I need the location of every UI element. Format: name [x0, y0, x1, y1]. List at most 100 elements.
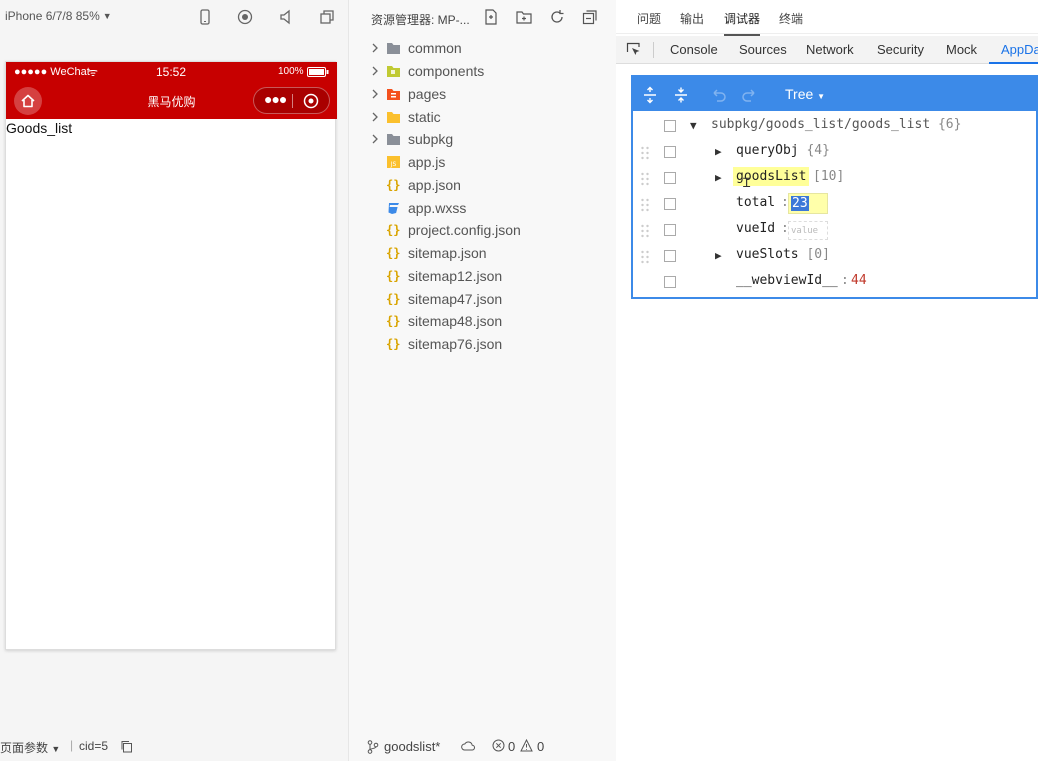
- collapse-all-icon[interactable]: [672, 86, 690, 104]
- chevron-right-icon: [369, 111, 381, 123]
- inspect-element-icon[interactable]: [626, 42, 641, 57]
- tree-item-app-js[interactable]: JS app.js: [349, 151, 617, 173]
- row-checkbox[interactable]: [664, 146, 676, 158]
- field-key: queryObj: [736, 143, 799, 158]
- drag-handle-icon[interactable]: [640, 250, 650, 264]
- collapsed-triangle-icon[interactable]: ▶: [715, 171, 722, 184]
- tab-appdata[interactable]: AppDa: [1001, 42, 1038, 57]
- row-checkbox[interactable]: [664, 224, 676, 236]
- tab-problems[interactable]: 问题: [637, 10, 661, 27]
- tab-security[interactable]: Security: [877, 42, 924, 57]
- tree-item-label: sitemap48.json: [408, 313, 503, 329]
- undo-icon[interactable]: [710, 86, 728, 104]
- page-query: cid=5: [79, 739, 109, 753]
- wifi-icon: ᯤ: [88, 67, 99, 79]
- js-file-icon: JS: [386, 155, 401, 169]
- tree-row[interactable]: ▶ vueSlots [0]: [633, 243, 1038, 269]
- collapsed-triangle-icon[interactable]: ▶: [715, 145, 722, 158]
- tab-output[interactable]: 输出: [680, 10, 704, 27]
- tree-row[interactable]: __webviewId__ : 44: [633, 269, 1038, 295]
- json-file-icon: {}: [386, 246, 401, 260]
- tree-item-label: pages: [408, 86, 447, 102]
- caret-down-icon: ▼: [817, 92, 826, 101]
- field-key: total: [736, 195, 776, 210]
- device-select[interactable]: iPhone 6/7/8 85% ▼: [5, 9, 112, 23]
- tab-terminal[interactable]: 终端: [779, 10, 803, 27]
- tree-item-app-wxss[interactable]: app.wxss: [349, 197, 617, 219]
- tree-item-project-config[interactable]: {} project.config.json: [349, 219, 617, 241]
- error-count[interactable]: 0: [508, 739, 515, 754]
- drag-handle-icon[interactable]: [640, 146, 650, 160]
- row-checkbox[interactable]: [664, 172, 676, 184]
- tree-row[interactable]: vueId : value: [633, 217, 1038, 243]
- new-file-icon[interactable]: [482, 8, 500, 26]
- capsule-divider: [292, 94, 293, 108]
- tree-row[interactable]: ▶ goodsList [10] Ɪ: [633, 165, 1038, 191]
- tab-console[interactable]: Console: [670, 42, 718, 57]
- field-row: vueSlots [0]: [736, 247, 830, 262]
- tree-item-app-json[interactable]: {} app.json: [349, 174, 617, 196]
- caret-down-icon: ▼: [102, 11, 112, 21]
- tree-item-sitemap12[interactable]: {} sitemap12.json: [349, 265, 617, 287]
- tree-item-static[interactable]: static: [349, 106, 617, 128]
- git-branch-label[interactable]: goodslist*: [384, 739, 440, 754]
- collapsed-triangle-icon[interactable]: ▶: [715, 249, 722, 262]
- explorer-title: 资源管理器: MP-...: [371, 13, 470, 27]
- row-checkbox[interactable]: [664, 198, 676, 210]
- goods-list-text: Goods_list: [6, 120, 73, 136]
- tree-row[interactable]: total : 23: [633, 191, 1038, 217]
- tree-row[interactable]: ▶ queryObj {4}: [633, 139, 1038, 165]
- redo-icon[interactable]: [740, 86, 758, 104]
- value-input-vueid[interactable]: value: [788, 221, 828, 240]
- tree-item-label: sitemap47.json: [408, 291, 503, 307]
- pages-folder-icon: [386, 87, 401, 101]
- tab-mock[interactable]: Mock: [946, 42, 977, 57]
- tree-item-label: sitemap12.json: [408, 268, 503, 284]
- new-folder-icon[interactable]: [515, 8, 533, 26]
- tree-item-sitemap76[interactable]: {} sitemap76.json: [349, 333, 617, 355]
- field-value[interactable]: 44: [851, 273, 867, 288]
- warning-count[interactable]: 0: [537, 739, 544, 754]
- drag-handle-icon[interactable]: [640, 198, 650, 212]
- simulator-toolbar: iPhone 6/7/8 85% ▼: [0, 0, 348, 34]
- tree-item-sitemap47[interactable]: {} sitemap47.json: [349, 288, 617, 310]
- tree-root-row[interactable]: ▼ subpkg/goods_list/goods_list {6}: [633, 113, 1038, 139]
- value-editor-total[interactable]: 23: [788, 193, 828, 214]
- root-path-label: subpkg/goods_list/goods_list: [711, 117, 931, 132]
- warning-icon: [520, 739, 533, 752]
- cloud-sync-icon[interactable]: [461, 740, 475, 752]
- tab-sources[interactable]: Sources: [739, 42, 787, 57]
- row-checkbox[interactable]: [664, 120, 676, 132]
- phone-icon[interactable]: [196, 8, 214, 26]
- page-params-button[interactable]: 页面参数 ▼: [0, 739, 60, 756]
- volume-icon[interactable]: [277, 8, 295, 26]
- caret-down-icon: ▼: [51, 744, 61, 754]
- tree-item-common[interactable]: common: [349, 37, 617, 59]
- json-file-icon: {}: [386, 269, 401, 283]
- tree-item-sitemap48[interactable]: {} sitemap48.json: [349, 310, 617, 332]
- view-mode-select[interactable]: Tree ▼: [785, 86, 825, 102]
- simulator-panel: iPhone 6/7/8 85% ▼ ●●●●● WeChat ᯤ 15:52 …: [0, 0, 348, 761]
- tree-item-components[interactable]: components: [349, 60, 617, 82]
- row-checkbox[interactable]: [664, 250, 676, 262]
- record-icon[interactable]: [236, 8, 254, 26]
- expand-all-icon[interactable]: [641, 86, 659, 104]
- tree-item-pages[interactable]: pages: [349, 83, 617, 105]
- drag-handle-icon[interactable]: [640, 224, 650, 238]
- battery-label: 100%: [278, 66, 304, 77]
- more-icon[interactable]: ●●●: [264, 91, 287, 107]
- expanded-triangle-icon[interactable]: ▼: [690, 119, 697, 132]
- text-cursor-icon: Ɪ: [743, 176, 751, 191]
- tree-item-subpkg[interactable]: subpkg: [349, 128, 617, 150]
- tab-debugger[interactable]: 调试器: [724, 10, 761, 36]
- copy-icon[interactable]: [120, 740, 133, 753]
- tree-item-label: subpkg: [408, 131, 454, 147]
- refresh-icon[interactable]: [548, 8, 566, 26]
- tree-item-sitemap[interactable]: {} sitemap.json: [349, 242, 617, 264]
- detach-window-icon[interactable]: [318, 8, 336, 26]
- tab-network[interactable]: Network: [806, 42, 854, 57]
- row-checkbox[interactable]: [664, 276, 676, 288]
- drag-handle-icon[interactable]: [640, 172, 650, 186]
- close-miniprogram-icon[interactable]: [303, 93, 319, 109]
- collapse-all-icon[interactable]: [581, 8, 599, 26]
